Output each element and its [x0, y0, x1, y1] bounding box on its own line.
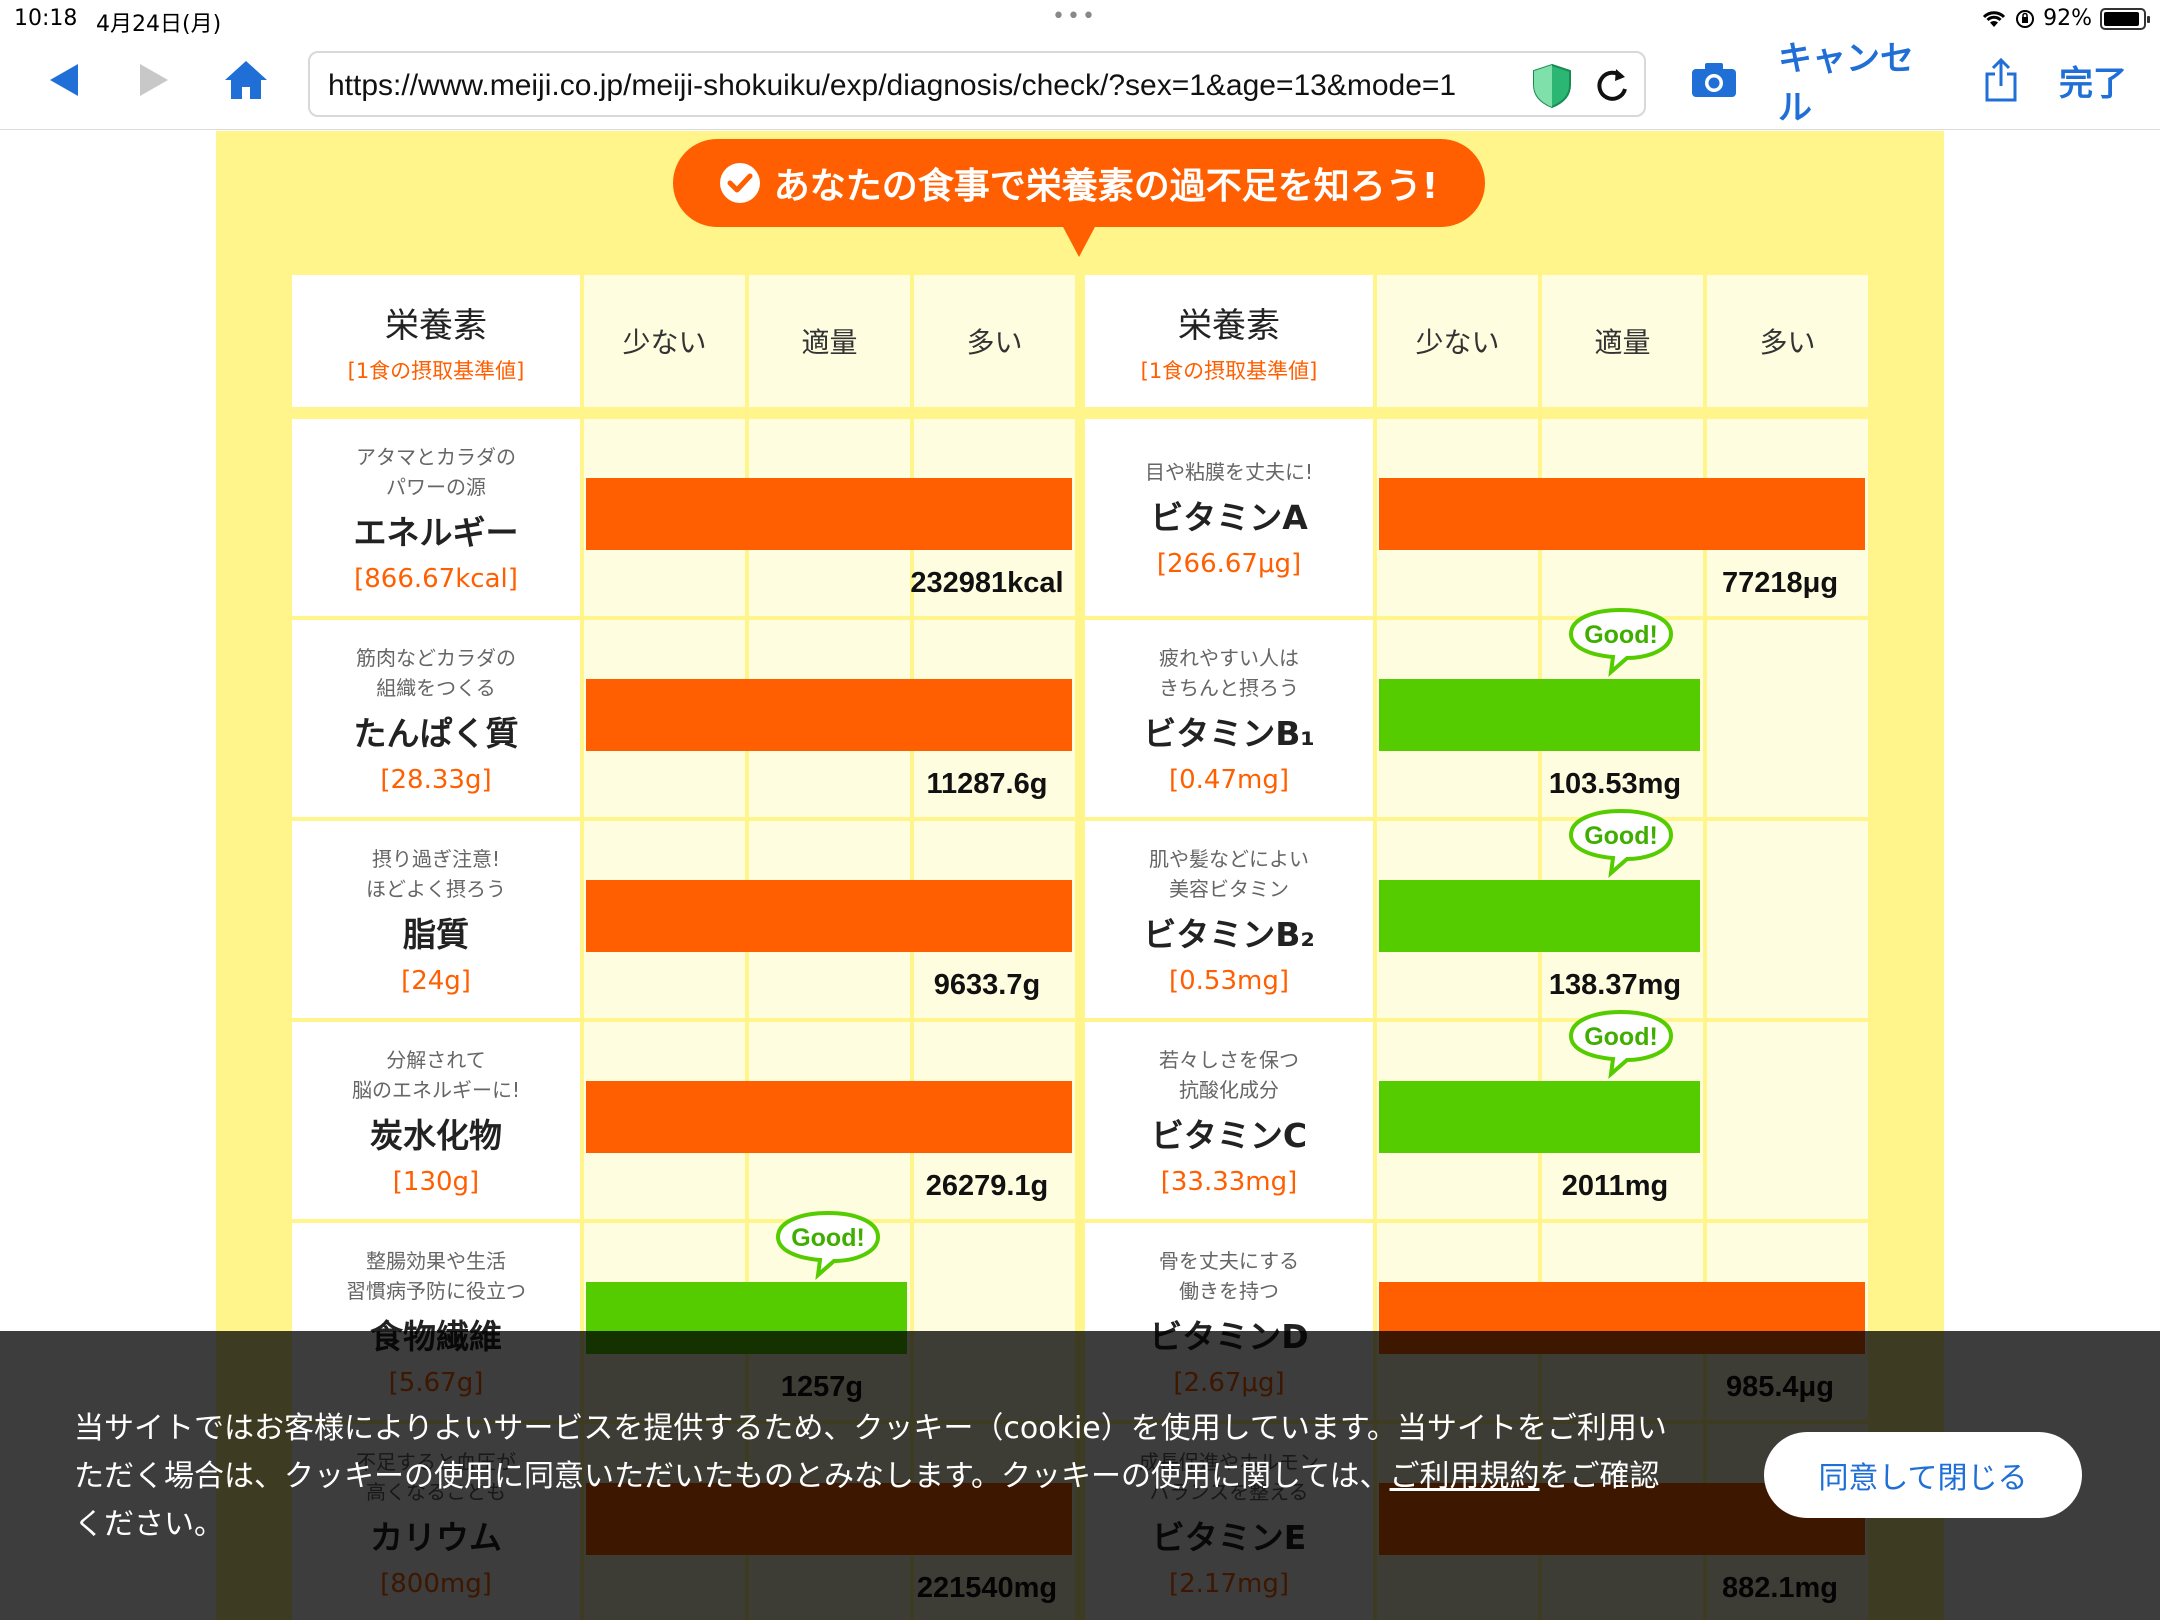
header-standard-label: [1食の摂取基準値] [1140, 358, 1318, 383]
nutrient-row: 疲れやすい人は きちんと摂ろうビタミンB₁ [0.47mg] 103.53mg Good… [292, 607, 1868, 817]
orientation-lock-icon [2016, 9, 2035, 28]
nutrient-standard: [33.33mg] [1160, 1166, 1298, 1197]
header-level-0: 少ない [584, 275, 745, 407]
header-nutrient-label: 栄養素 [1178, 305, 1280, 346]
forward-button[interactable] [126, 50, 182, 110]
nutrient-description: 若々しさを保つ 抗酸化成分 [1159, 1045, 1299, 1105]
intake-bar [1379, 1081, 1700, 1153]
intake-amount: 103.53mg [1548, 768, 1682, 800]
check-circle-icon [719, 163, 760, 203]
status-date: 4月24日(月) [96, 12, 222, 37]
description-line: 肌や髪などによい [1149, 846, 1309, 871]
share-button[interactable] [1976, 50, 2026, 110]
good-label: Good! [1584, 1023, 1658, 1051]
home-button[interactable] [216, 50, 276, 110]
nutrient-standard: [0.53mg] [1168, 965, 1289, 996]
intake-bar [1379, 478, 1865, 550]
header-level-0: 少ない [1377, 275, 1538, 407]
description-line: 美容ビタミン [1169, 876, 1289, 901]
nutrient-row: 肌や髪などによい 美容ビタミンビタミンB₂ [0.53mg] 138.37mg Good… [292, 808, 1868, 1018]
description-line: 疲れやすい人は [1159, 645, 1299, 670]
good-badge: Good! [1568, 607, 1674, 678]
header-level-1: 適量 [749, 275, 910, 407]
battery-icon [2100, 7, 2150, 30]
status-indicators: 92% [1981, 6, 2150, 31]
done-button[interactable]: 完了 [2048, 50, 2138, 110]
header-level-2: 多い [1707, 275, 1868, 407]
description-line: 目や粘膜を丈夫に! [1144, 459, 1314, 484]
intake-amount: 138.37mg [1548, 969, 1682, 1001]
description-line: 働きを持つ [1178, 1278, 1279, 1303]
nutrient-standard: [0.47mg] [1168, 764, 1289, 795]
diagnosis-banner: あなたの食事で栄養素の過不足を知ろう! [673, 139, 1485, 257]
accept-cookie-button[interactable]: 同意して閉じる [1764, 1432, 2082, 1518]
good-badge: Good! [1568, 1009, 1674, 1080]
good-label: Good! [1584, 822, 1658, 850]
wifi-icon [1983, 10, 2006, 27]
intake-amount: 2011mg [1561, 1170, 1669, 1202]
description-line: 若々しさを保つ [1159, 1047, 1299, 1072]
header-nutrient-cell: 栄養素 [1食の摂取基準値] [292, 275, 580, 407]
header-nutrient-cell: 栄養素 [1食の摂取基準値] [1085, 275, 1373, 407]
intake-amount: 77218μg [1721, 567, 1839, 599]
intake-bar [1379, 679, 1700, 751]
browser-toolbar: https://www.meiji.co.jp/meiji-shokuiku/e… [0, 40, 2160, 130]
cookie-banner: 当サイトではお客様によりよいサービスを提供するため、クッキー（cookie）を使… [0, 1331, 2160, 1620]
reload-icon[interactable] [1592, 65, 1632, 105]
back-button[interactable] [36, 50, 92, 110]
cookie-message: 当サイトではお客様によりよいサービスを提供するため、クッキー（cookie）を使… [74, 1405, 1674, 1549]
nutrient-name: ビタミンB₂ [1143, 914, 1315, 954]
nutrient-info: 若々しさを保つ 抗酸化成分ビタミンC [33.33mg] [1085, 1022, 1373, 1219]
banner-title: あなたの食事で栄養素の過不足を知ろう! [773, 166, 1439, 207]
url-text[interactable]: https://www.meiji.co.jp/meiji-shokuiku/e… [328, 69, 1456, 103]
nutrient-description: 骨を丈夫にする 働きを持つ [1159, 1246, 1299, 1306]
nutrient-description: 肌や髪などによい 美容ビタミン [1149, 844, 1309, 904]
description-line: 骨を丈夫にする [1158, 1248, 1300, 1273]
security-shield-icon[interactable] [1530, 63, 1574, 109]
nutrient-info: 肌や髪などによい 美容ビタミンビタミンB₂ [0.53mg] [1085, 821, 1373, 1018]
nutrient-description: 疲れやすい人は きちんと摂ろう [1159, 643, 1299, 703]
nutrient-name: ビタミンB₁ [1143, 713, 1315, 753]
nutrient-info: 疲れやすい人は きちんと摂ろうビタミンB₁ [0.47mg] [1085, 620, 1373, 817]
cancel-button[interactable]: キャンセル [1778, 40, 1938, 127]
header-level-2: 多い [914, 275, 1075, 407]
screenshot-button[interactable] [1686, 50, 1742, 110]
good-label: Good! [1584, 621, 1658, 649]
back-arrow-icon [50, 64, 78, 96]
intake-bar [1379, 880, 1700, 952]
nutrient-name: ビタミンA [1150, 497, 1308, 537]
nutrient-row: 若々しさを保つ 抗酸化成分ビタミンC [33.33mg] 2011mg Good! [292, 1009, 1868, 1219]
home-icon [225, 61, 267, 99]
description-line: きちんと摂ろう [1159, 675, 1299, 700]
nutrient-standard: [266.67μg] [1156, 548, 1302, 579]
level-cell [1707, 1022, 1868, 1219]
nutrient-row: 目や粘膜を丈夫に! ビタミンA [266.67μg] 77218μg [292, 419, 1868, 616]
multitask-dots[interactable]: ••• [1052, 4, 1097, 29]
terms-link[interactable]: ご利用規約 [1390, 1459, 1540, 1494]
camera-icon [1692, 63, 1736, 97]
status-time: 10:18 [14, 6, 78, 31]
header-nutrient-label: 栄養素 [385, 305, 487, 346]
nutrient-description: 目や粘膜を丈夫に! [1145, 457, 1313, 487]
header-level-1: 適量 [1542, 275, 1703, 407]
level-cell [1707, 821, 1868, 1018]
forward-arrow-icon [140, 64, 168, 96]
nutrient-name: ビタミンC [1150, 1115, 1308, 1155]
header-standard-label: [1食の摂取基準値] [347, 358, 525, 383]
battery-percent: 92% [2043, 6, 2092, 31]
share-icon [1985, 58, 2017, 102]
description-line: 抗酸化成分 [1179, 1077, 1279, 1102]
nutrient-info: 目や粘膜を丈夫に! ビタミンA [266.67μg] [1085, 419, 1373, 616]
good-badge: Good! [1568, 808, 1674, 879]
battery-level [2104, 11, 2139, 26]
level-cell [1707, 620, 1868, 817]
address-bar[interactable]: https://www.meiji.co.jp/meiji-shokuiku/e… [308, 51, 1646, 117]
